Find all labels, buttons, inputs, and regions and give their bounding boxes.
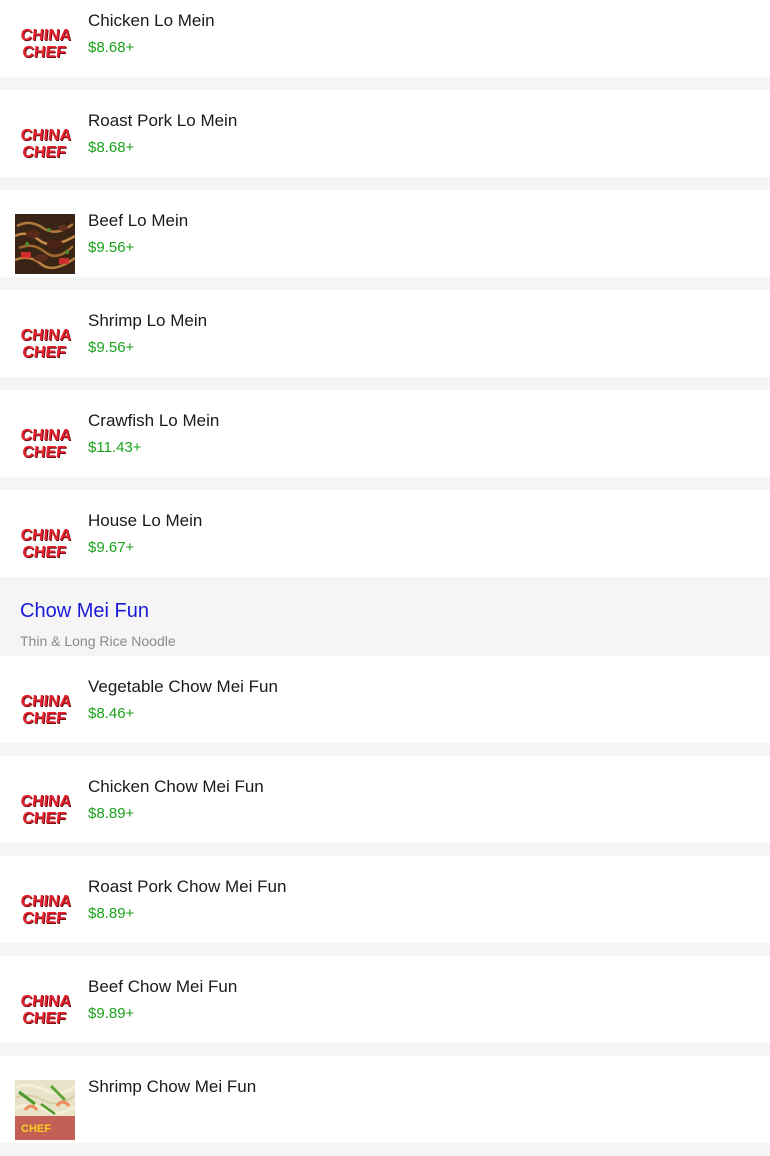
- item-name: Crawfish Lo Mein: [88, 411, 220, 430]
- menu-item[interactable]: CHINA CHEF Shrimp Lo Mein $9.56+: [0, 290, 770, 377]
- logo-text-line1: CHINA: [19, 693, 73, 710]
- menu-item[interactable]: CHINA CHEF Chicken Lo Mein $8.68+: [0, 0, 770, 77]
- item-name: House Lo Mein: [88, 511, 203, 530]
- logo-text-line1: CHINA: [19, 527, 73, 544]
- menu-item[interactable]: CHINA CHEF Beef Chow Mei Fun $9.89+: [0, 956, 770, 1043]
- shrimp-noodles-photo: CHEF: [15, 1080, 75, 1140]
- item-name: Roast Pork Chow Mei Fun: [88, 877, 287, 896]
- menu-item[interactable]: CHINA CHEF Roast Pork Chow Mei Fun $8.89…: [0, 856, 770, 943]
- item-thumbnail: CHINA CHEF: [15, 980, 75, 1040]
- item-price: $8.68+: [88, 139, 135, 156]
- china-chef-logo: CHINA CHEF: [15, 114, 75, 174]
- logo-text-line2: CHEF: [21, 1010, 67, 1027]
- item-name: Shrimp Lo Mein: [88, 311, 208, 330]
- menu-item[interactable]: Beef Lo Mein $9.56+: [0, 190, 770, 277]
- item-price: $8.89+: [88, 805, 135, 822]
- item-price: $9.67+: [88, 539, 135, 556]
- item-name: Beef Chow Mei Fun: [88, 977, 238, 996]
- item-price: $9.89+: [88, 1005, 135, 1022]
- china-chef-logo: CHINA CHEF: [15, 680, 75, 740]
- china-chef-logo: CHINA CHEF: [15, 14, 75, 74]
- menu-item[interactable]: CHINA CHEF House Lo Mein $9.67+: [0, 490, 770, 577]
- item-thumbnail: CHINA CHEF: [15, 680, 75, 740]
- menu-item[interactable]: CHINA CHEF Chicken Chow Mei Fun $8.89+: [0, 756, 770, 843]
- menu-item[interactable]: CHINA CHEF Crawfish Lo Mein $11.43+: [0, 390, 770, 477]
- item-price: $11.43+: [88, 439, 142, 456]
- china-chef-logo: CHINA CHEF: [15, 414, 75, 474]
- logo-text-line1: CHINA: [19, 427, 73, 444]
- logo-text-line1: CHINA: [19, 27, 73, 44]
- item-name: Chicken Chow Mei Fun: [88, 777, 264, 796]
- beef-noodles-photo: [15, 214, 75, 274]
- logo-text-line1: CHINA: [19, 993, 73, 1010]
- item-name: Beef Lo Mein: [88, 211, 189, 230]
- logo-text-line1: CHINA: [19, 127, 73, 144]
- menu-item[interactable]: CHEF Shrimp Chow Mei Fun: [0, 1056, 770, 1143]
- item-thumbnail: CHINA CHEF: [15, 414, 75, 474]
- item-name: Vegetable Chow Mei Fun: [88, 677, 278, 696]
- logo-text-line2: CHEF: [21, 710, 67, 727]
- item-name: Chicken Lo Mein: [88, 11, 215, 30]
- item-price: $8.68+: [88, 39, 135, 56]
- section-header: Chow Mei Fun Thin & Long Rice Noodle: [0, 577, 770, 656]
- china-chef-logo: CHINA CHEF: [15, 780, 75, 840]
- china-chef-logo: CHINA CHEF: [15, 880, 75, 940]
- logo-text-line2: CHEF: [21, 444, 67, 461]
- logo-text-line1: CHINA: [19, 793, 73, 810]
- section-title: Chow Mei Fun: [20, 600, 149, 622]
- item-thumbnail: CHINA CHEF: [15, 314, 75, 374]
- svg-text:CHEF: CHEF: [21, 1123, 51, 1135]
- item-price: $9.56+: [88, 239, 135, 256]
- logo-text-line2: CHEF: [21, 810, 67, 827]
- logo-text-line2: CHEF: [21, 44, 67, 61]
- logo-text-line1: CHINA: [19, 327, 73, 344]
- item-thumbnail: CHINA CHEF: [15, 114, 75, 174]
- item-thumbnail: CHINA CHEF: [15, 14, 75, 74]
- item-name: Shrimp Chow Mei Fun: [88, 1077, 257, 1096]
- item-price: $8.46+: [88, 705, 135, 722]
- logo-text-line2: CHEF: [21, 344, 67, 361]
- item-thumbnail: CHINA CHEF: [15, 514, 75, 574]
- section-subtitle: Thin & Long Rice Noodle: [20, 633, 176, 649]
- logo-text-line2: CHEF: [21, 544, 67, 561]
- menu-list: CHINA CHEF Chicken Lo Mein $8.68+ CHINA …: [0, 0, 770, 1156]
- item-price: $8.89+: [88, 905, 135, 922]
- china-chef-logo: CHINA CHEF: [15, 980, 75, 1040]
- china-chef-logo: CHINA CHEF: [15, 514, 75, 574]
- logo-text-line2: CHEF: [21, 910, 67, 927]
- item-thumbnail: CHINA CHEF: [15, 780, 75, 840]
- logo-text-line1: CHINA: [19, 893, 73, 910]
- logo-text-line2: CHEF: [21, 144, 67, 161]
- item-price: $9.56+: [88, 339, 135, 356]
- menu-item[interactable]: CHINA CHEF Roast Pork Lo Mein $8.68+: [0, 90, 770, 177]
- item-name: Roast Pork Lo Mein: [88, 111, 238, 130]
- item-thumbnail: CHINA CHEF: [15, 880, 75, 940]
- menu-item[interactable]: CHINA CHEF Vegetable Chow Mei Fun $8.46+: [0, 656, 770, 743]
- china-chef-logo: CHINA CHEF: [15, 314, 75, 374]
